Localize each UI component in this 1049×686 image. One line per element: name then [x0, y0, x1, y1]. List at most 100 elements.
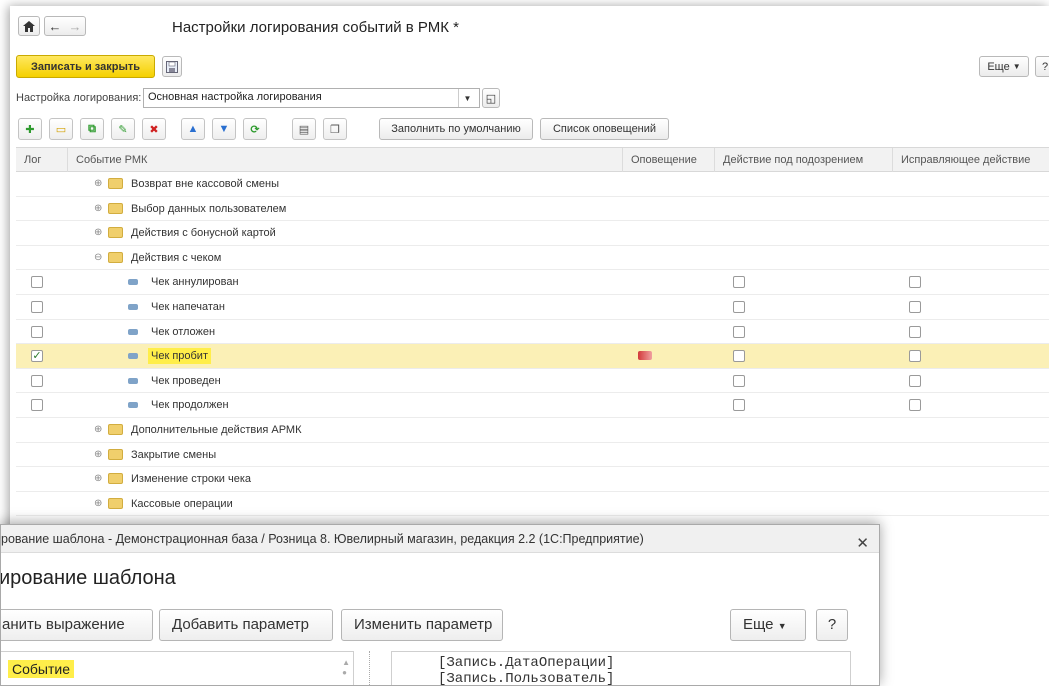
log-checkbox[interactable] — [31, 325, 43, 338]
move-up-button[interactable]: ▲ — [181, 118, 205, 140]
table-row[interactable]: Чек проведен — [16, 369, 1049, 394]
row-label: Возврат вне кассовой смены — [131, 178, 280, 190]
expand-icon[interactable]: ⊕ — [94, 227, 102, 238]
notification-icon[interactable] — [638, 351, 652, 361]
refresh-button[interactable]: ⟳ — [243, 118, 267, 140]
expand-icon[interactable]: ⊕ — [94, 449, 102, 460]
list-item-selected[interactable]: Событие — [8, 660, 74, 678]
log-checkbox[interactable] — [31, 399, 43, 412]
table-row[interactable]: Чек продолжен — [16, 393, 1049, 418]
log-checkbox-checked[interactable]: ✓ — [31, 350, 43, 363]
move-down-button[interactable]: ▼ — [212, 118, 236, 140]
arrow-up-icon: ▲ — [187, 123, 199, 135]
header-fix[interactable]: Исправляющее действие — [893, 148, 1049, 172]
delete-icon: ✖ — [149, 123, 159, 136]
list-settings-button[interactable]: ▤ — [292, 118, 316, 140]
save-icon-button[interactable] — [162, 56, 182, 77]
back-arrow-icon[interactable]: ← — [49, 19, 62, 34]
suspicious-checkbox[interactable] — [733, 325, 745, 338]
header-suspicious[interactable]: Действие под подозрением — [715, 148, 893, 172]
add-parameter-button[interactable]: Добавить параметр — [159, 609, 333, 641]
more-button[interactable]: Еще ▼ — [979, 56, 1029, 77]
table-row[interactable]: Чек напечатан — [16, 295, 1049, 320]
table-row[interactable]: ⊕ Дополнительные действия АРМК — [16, 418, 1049, 443]
fix-checkbox[interactable] — [909, 374, 921, 387]
panel-splitter[interactable] — [369, 651, 370, 685]
row-label: Выбор данных пользователем — [131, 202, 287, 215]
event-icon — [128, 303, 138, 310]
row-label: Действия с бонусной картой — [131, 227, 276, 240]
help-button[interactable]: ? — [1035, 56, 1049, 77]
table-row[interactable]: ⊕ Кассовые операции — [16, 492, 1049, 517]
delete-button[interactable]: ✖ — [142, 118, 166, 140]
forward-arrow-icon[interactable]: → — [69, 19, 82, 34]
expression-editor[interactable]: [Запись.ДатаОперации] [Запись.Пользовате… — [391, 651, 851, 685]
suspicious-checkbox[interactable] — [733, 374, 745, 387]
add-button[interactable]: ✚ — [18, 118, 42, 140]
fix-checkbox[interactable] — [909, 350, 921, 363]
windows-button[interactable]: ❐ — [323, 118, 347, 140]
table-row[interactable]: ⊕ Действия с бонусной картой — [16, 221, 1049, 246]
fix-checkbox[interactable] — [909, 399, 921, 412]
dialog-more-button[interactable]: Еще ▼ — [730, 609, 806, 641]
save-and-close-button[interactable]: Записать и закрыть — [16, 55, 155, 78]
expand-icon[interactable]: ⊕ — [94, 178, 102, 189]
dialog-help-button[interactable]: ? — [816, 609, 848, 641]
copy-button[interactable]: ⧉ — [80, 118, 104, 140]
table-row[interactable]: ⊕ Закрытие смены — [16, 443, 1049, 468]
expand-icon[interactable]: ⊕ — [94, 424, 102, 435]
home-button[interactable] — [18, 16, 40, 36]
parameters-list[interactable]: Событие ▲ ● — [1, 651, 354, 685]
row-label: Чек продолжен — [151, 399, 229, 412]
fix-checkbox[interactable] — [909, 276, 921, 289]
log-checkbox[interactable] — [31, 374, 43, 387]
config-dropdown-button[interactable]: ▼ — [458, 89, 476, 107]
fix-checkbox[interactable] — [909, 300, 921, 313]
config-open-button[interactable]: ◱ — [482, 88, 500, 108]
edit-button[interactable]: ✎ — [111, 118, 135, 140]
folder-icon — [108, 178, 123, 189]
edit-parameter-button[interactable]: Изменить параметр — [341, 609, 503, 641]
row-label: Дополнительные действия АРМК — [131, 423, 302, 436]
fix-checkbox[interactable] — [909, 325, 921, 338]
expand-icon[interactable]: ⊕ — [94, 473, 102, 484]
table-row[interactable]: ⊕ Возврат вне кассовой смены — [16, 172, 1049, 197]
table-row[interactable]: Чек отложен — [16, 320, 1049, 345]
table-row[interactable]: ⊕ Изменение строки чека — [16, 467, 1049, 492]
template-dialog: рование шаблона - Демонстрационная база … — [0, 524, 880, 686]
collapse-icon[interactable]: ⊖ — [94, 252, 102, 263]
copy-icon: ⧉ — [88, 122, 96, 135]
refresh-icon: ⟳ — [250, 123, 260, 136]
close-icon[interactable]: ✕ — [856, 530, 869, 558]
config-select[interactable]: Основная настройка логирования — [143, 88, 480, 108]
header-notify[interactable]: Оповещение — [623, 148, 715, 172]
table-row[interactable]: Чек аннулирован — [16, 270, 1049, 295]
event-icon — [128, 328, 138, 335]
expand-icon[interactable]: ⊕ — [94, 203, 102, 214]
table-row[interactable]: ⊕ Выбор данных пользователем — [16, 197, 1049, 222]
dialog-heading: ирование шаблона — [0, 567, 176, 589]
plus-circle-icon: ✚ — [25, 123, 35, 136]
table-row-selected[interactable]: ✓ Чек пробит — [16, 344, 1049, 369]
events-table: Лог Событие РМК Оповещение Действие под … — [16, 147, 1049, 517]
suspicious-checkbox[interactable] — [733, 350, 745, 363]
header-event[interactable]: Событие РМК — [68, 148, 623, 172]
add-folder-button[interactable]: ▭ — [49, 118, 73, 140]
header-log[interactable]: Лог — [16, 148, 68, 172]
arrow-down-icon: ▼ — [218, 123, 230, 135]
fill-default-button[interactable]: Заполнить по умолчанию — [379, 118, 533, 140]
dialog-titlebar: рование шаблона - Демонстрационная база … — [1, 525, 879, 553]
expand-icon[interactable]: ⊕ — [94, 498, 102, 509]
home-icon — [23, 20, 35, 32]
suspicious-checkbox[interactable] — [733, 276, 745, 289]
row-label: Закрытие смены — [131, 448, 217, 461]
save-expression-button[interactable]: анить выражение — [1, 609, 153, 641]
floppy-icon — [166, 60, 178, 73]
table-row[interactable]: ⊖ Действия с чеком — [16, 246, 1049, 271]
scrollbar[interactable]: ▲ ● — [342, 658, 350, 678]
suspicious-checkbox[interactable] — [733, 300, 745, 313]
log-checkbox[interactable] — [31, 300, 43, 313]
suspicious-checkbox[interactable] — [733, 399, 745, 412]
log-checkbox[interactable] — [31, 276, 43, 289]
notify-list-button[interactable]: Список оповещений — [540, 118, 669, 140]
